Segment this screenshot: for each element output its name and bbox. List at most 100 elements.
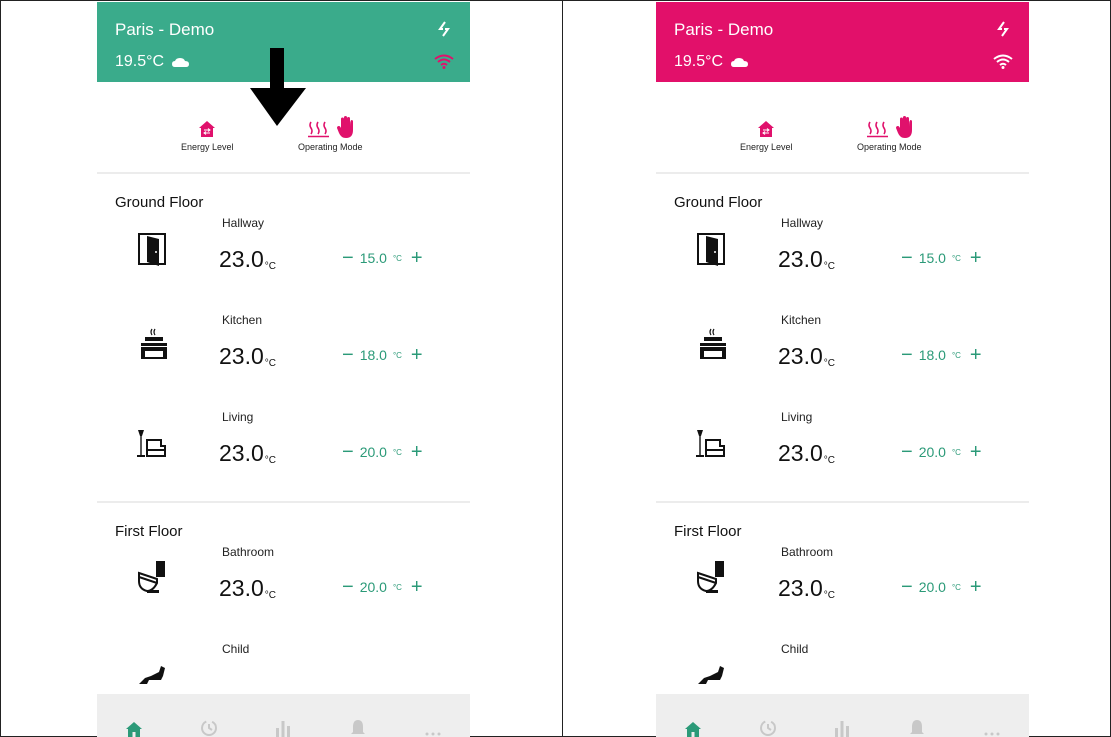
- increase-button[interactable]: +: [970, 577, 982, 597]
- stove-icon: [141, 328, 167, 359]
- toilet-icon: [138, 561, 165, 593]
- energy-level-button[interactable]: Energy Level: [181, 114, 234, 152]
- setpoint-value: 18.0: [359, 347, 387, 363]
- room-kitchen[interactable]: Kitchen 23.0°C − 18.0 °C +: [656, 313, 1029, 410]
- room-living[interactable]: Living 23.0°C − 20.0 °C +: [97, 410, 470, 507]
- operating-mode-button[interactable]: Operating Mode: [857, 114, 922, 152]
- armchair-lamp-icon: [137, 430, 166, 457]
- nav-home[interactable]: [678, 711, 708, 737]
- setpoint-control: − 15.0 °C +: [342, 247, 423, 269]
- nav-alerts[interactable]: [343, 711, 373, 737]
- sync-icon[interactable]: [436, 21, 452, 37]
- room-temperature: 23.0°C: [778, 246, 835, 272]
- nav-more[interactable]: [977, 711, 1007, 737]
- manual-hand-icon: [337, 116, 354, 138]
- schedule-icon: [200, 720, 217, 736]
- setpoint-control: − 18.0 °C +: [342, 344, 423, 366]
- room-name: Child: [781, 642, 809, 656]
- room-hallway[interactable]: Hallway 23.0°C − 15.0 °C +: [97, 216, 470, 313]
- wifi-icon: [434, 54, 454, 69]
- location-name[interactable]: Paris - Demo: [674, 20, 773, 40]
- nav-more[interactable]: [418, 711, 448, 737]
- home-icon: [685, 722, 702, 737]
- door-icon: [697, 233, 725, 266]
- decrease-button[interactable]: −: [901, 442, 913, 462]
- setpoint-value: 15.0: [359, 250, 387, 266]
- energy-level-button[interactable]: Energy Level: [740, 114, 793, 152]
- setpoint-control: − 18.0 °C +: [901, 344, 982, 366]
- nav-home[interactable]: [119, 711, 149, 737]
- decrease-button[interactable]: −: [901, 577, 913, 597]
- setpoint-control: − 20.0 °C +: [901, 576, 982, 598]
- room-name: Hallway: [222, 216, 265, 230]
- location-name[interactable]: Paris - Demo: [115, 20, 214, 40]
- stove-icon: [700, 328, 726, 359]
- bottom-navigation: [97, 694, 470, 737]
- decrease-button[interactable]: −: [342, 442, 354, 462]
- floor-title: Ground Floor: [115, 194, 204, 211]
- rocking-horse-icon: [139, 666, 165, 684]
- heating-icon: [867, 121, 889, 138]
- decrease-button[interactable]: −: [342, 577, 354, 597]
- room-bathroom[interactable]: Bathroom 23.0°C − 20.0 °C +: [656, 545, 1029, 642]
- increase-button[interactable]: +: [411, 248, 423, 268]
- outdoor-temp: 19.5°C: [115, 53, 165, 70]
- house-energy-icon: [758, 121, 775, 137]
- room-name: Bathroom: [222, 545, 275, 559]
- increase-button[interactable]: +: [411, 345, 423, 365]
- armchair-lamp-icon: [696, 430, 725, 457]
- increase-button[interactable]: +: [411, 577, 423, 597]
- setpoint-control: − 20.0 °C +: [901, 441, 982, 463]
- room-kitchen[interactable]: Kitchen 23.0°C − 18.0 °C +: [97, 313, 470, 410]
- floor-title: First Floor: [115, 523, 183, 540]
- setpoint-value: 15.0: [918, 250, 946, 266]
- room-living[interactable]: Living 23.0°C − 20.0 °C +: [656, 410, 1029, 507]
- cloud-icon: [172, 57, 190, 67]
- setpoint-value: 20.0: [359, 444, 387, 460]
- increase-button[interactable]: +: [970, 248, 982, 268]
- setpoint-control: − 20.0 °C +: [342, 441, 423, 463]
- sync-icon[interactable]: [995, 21, 1011, 37]
- increase-button[interactable]: +: [970, 442, 982, 462]
- room-temperature: 23.0°C: [778, 343, 835, 369]
- setpoint-value: 20.0: [918, 579, 946, 595]
- more-icon: [984, 732, 1000, 736]
- room-name: Kitchen: [781, 313, 822, 327]
- decrease-button[interactable]: −: [342, 345, 354, 365]
- decrease-button[interactable]: −: [901, 345, 913, 365]
- more-icon: [425, 732, 441, 736]
- operating-mode-label: Operating Mode: [857, 142, 922, 152]
- room-bathroom[interactable]: Bathroom 23.0°C − 20.0 °C +: [97, 545, 470, 642]
- nav-schedule[interactable]: [194, 711, 224, 737]
- floor-title: Ground Floor: [674, 194, 763, 211]
- operating-mode-label: Operating Mode: [298, 142, 363, 152]
- room-name: Kitchen: [222, 313, 263, 327]
- energy-level-label: Energy Level: [181, 142, 234, 152]
- cloud-icon: [731, 57, 749, 67]
- nav-stats[interactable]: [827, 711, 857, 737]
- stats-icon: [276, 721, 291, 737]
- bottom-navigation: [656, 694, 1029, 737]
- stats-icon: [835, 721, 850, 737]
- nav-stats[interactable]: [268, 711, 298, 737]
- room-temperature: 23.0°C: [778, 575, 835, 601]
- room-hallway[interactable]: Hallway 23.0°C − 15.0 °C +: [656, 216, 1029, 313]
- mode-selector: Energy Level Operating Mode: [656, 82, 1029, 174]
- room-name: Child: [222, 642, 250, 656]
- outdoor-weather: 19.5°C: [674, 53, 749, 71]
- floor-ground: Ground Floor Hallway 23.0°C − 15.0 °C + K…: [656, 194, 1029, 507]
- nav-schedule[interactable]: [753, 711, 783, 737]
- wifi-icon: [993, 54, 1013, 69]
- manual-hand-icon: [896, 116, 913, 138]
- energy-level-label: Energy Level: [740, 142, 793, 152]
- decrease-button[interactable]: −: [901, 248, 913, 268]
- room-temperature: 23.0°C: [219, 575, 276, 601]
- decrease-button[interactable]: −: [342, 248, 354, 268]
- increase-button[interactable]: +: [411, 442, 423, 462]
- panel-divider: [562, 0, 563, 737]
- schedule-icon: [759, 720, 776, 736]
- increase-button[interactable]: +: [970, 345, 982, 365]
- heating-icon: [308, 121, 330, 138]
- nav-alerts[interactable]: [902, 711, 932, 737]
- rocking-horse-icon: [698, 666, 724, 684]
